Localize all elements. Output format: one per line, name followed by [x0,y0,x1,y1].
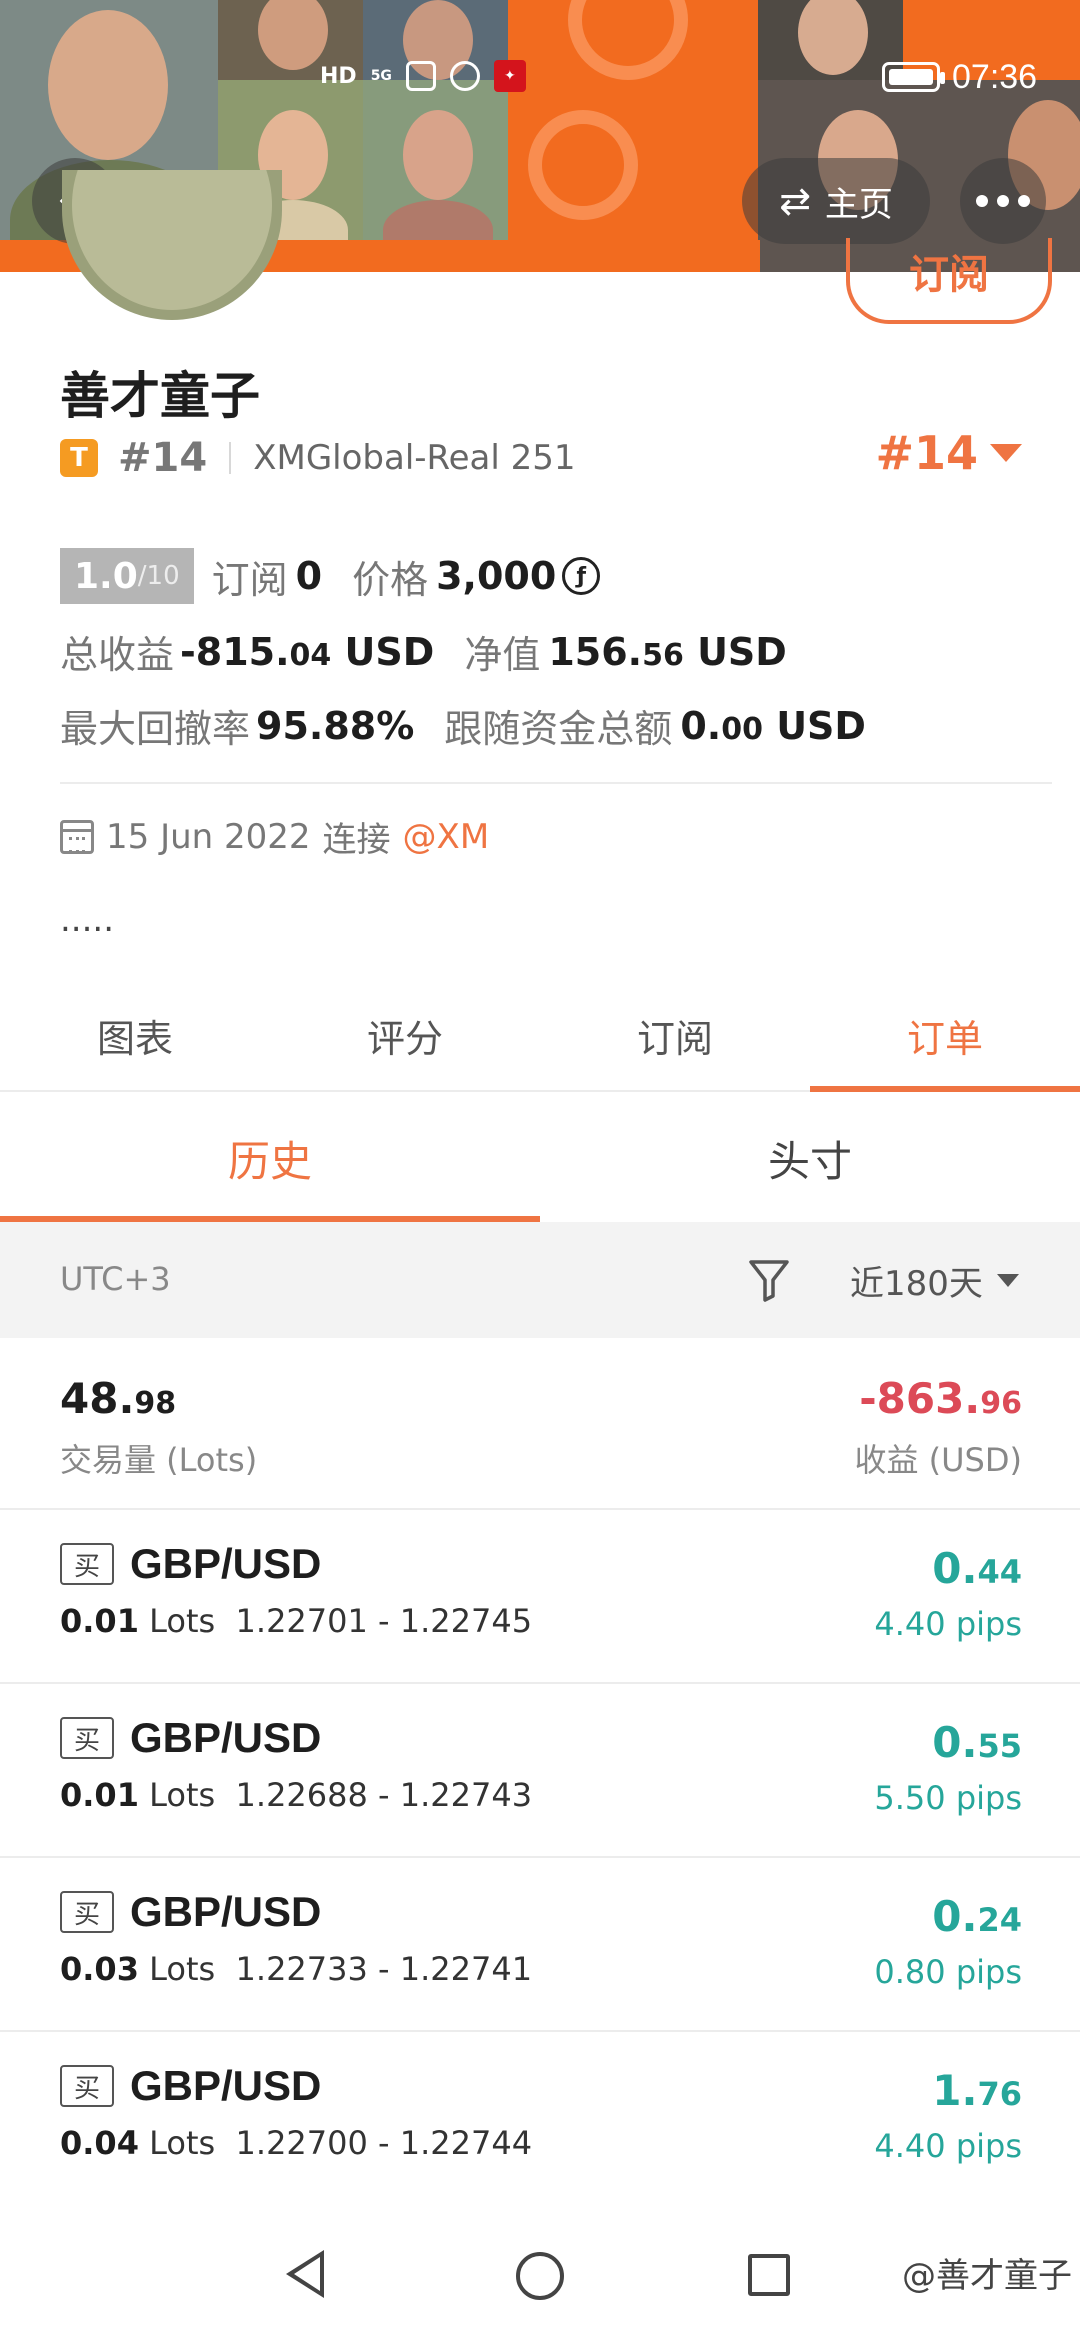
join-info: 15 Jun 2022 连接 @XM [60,812,489,861]
battery-icon [882,62,945,92]
order-row[interactable]: 买 GBP/USD 0.03 Lots 1.22733 - 1.22741 0.… [0,1858,1080,2032]
divider [60,782,1052,784]
timezone-label: UTC+3 [60,1260,171,1298]
max-drawdown-label: 最大回撤率 [60,707,251,751]
order-pips: 5.50 pips [874,1779,1022,1817]
subscribe-button[interactable]: 订阅 [846,238,1052,324]
rating-badge: 1.0/10 [60,548,194,604]
order-details: 0.01 Lots 1.22688 - 1.22743 [60,1776,533,1814]
app-notification-icon: ✦ [493,60,526,92]
status-bar: HD 5G ✦ 07:36 [0,40,1080,100]
profile-name: 善才童子 [60,367,260,425]
swap-icon: ⇄ [779,179,811,223]
price-value: 3,000 [436,554,557,598]
summary-profit-label: 收益 (USD) [854,1441,1022,1479]
more-options-button[interactable] [960,158,1046,244]
status-time: 07:36 [952,58,1038,96]
calendar-icon [60,819,94,854]
order-details: 0.04 Lots 1.22700 - 1.22744 [60,2124,533,2162]
join-text: 连接 [322,820,391,860]
order-details: 0.03 Lots 1.22733 - 1.22741 [60,1950,533,1988]
drawdown-row: 最大回撤率 95.88% 跟随资金总额 0.00 USD [60,698,866,753]
volume-label: 交易量 (Lots) [60,1441,258,1479]
filter-icon[interactable] [748,1258,790,1302]
subtab-history[interactable]: 历史 [0,1094,540,1222]
caret-down-icon [996,1274,1019,1287]
tab-orders[interactable]: 订单 [810,980,1080,1092]
subscriptions-value: 0 [295,554,323,598]
subscriptions-label: 订阅 [211,557,288,602]
system-navigation-bar: @善才童子 [0,2200,1080,2340]
order-subtabs: 历史 头寸 [0,1094,1080,1222]
watermark: @善才童子 [902,2256,1072,2296]
summary-profit-value: -863.96 [859,1374,1022,1423]
rating-row: 1.0/10 订阅 0 价格 3,000 ƒ [60,548,601,604]
profit-row: 总收益 -815.04 USD 净值 156.56 USD [60,624,787,679]
order-profit: 0.24 [932,1892,1022,1941]
signal-icon: 5G [370,68,392,84]
nav-recents-icon[interactable] [748,2254,790,2296]
total-profit-label: 总收益 [60,633,175,677]
home-button[interactable]: ⇄ 主页 [742,158,930,244]
server-name: XMGlobal-Real 251 [253,438,576,478]
cover-photo-tile [508,80,758,240]
order-profit: 0.55 [932,1718,1022,1767]
order-symbol: GBP/USD [130,1714,322,1761]
wechat-icon [449,61,480,91]
join-date: 15 Jun 2022 [106,816,311,857]
order-symbol: GBP/USD [130,1888,322,1935]
order-symbol: GBP/USD [130,2062,322,2109]
order-row[interactable]: 买 GBP/USD 0.04 Lots 1.22700 - 1.22744 1.… [0,2032,1080,2206]
profile-description: ..... [60,900,115,940]
order-profit: 0.44 [932,1544,1022,1593]
tab-chart[interactable]: 图表 [0,980,270,1090]
tier-badge: T [60,439,98,477]
equity-label: 净值 [464,633,541,677]
shield-icon [405,61,436,91]
follower-funds-label: 跟随资金总额 [444,707,673,751]
equity-value: 156.56 USD [548,629,787,674]
volume-value: 48.98 [60,1374,177,1423]
order-pips: 0.80 pips [874,1953,1022,1991]
profile-tabs: 图表 评分 订阅 订单 [0,980,1080,1092]
rank-number: #14 [118,435,208,481]
cover-photo-tile [363,80,508,240]
max-drawdown-value: 95.88% [256,703,415,748]
order-pips: 4.40 pips [874,1605,1022,1643]
rank-row: T #14 XMGlobal-Real 251 [60,430,576,486]
buy-tag: 买 [60,1891,114,1933]
period-dropdown[interactable]: 近180天 [850,1256,1019,1305]
nav-back-icon[interactable] [286,2250,324,2298]
rank-dropdown-label: #14 [875,426,978,480]
coin-icon: ƒ [562,557,601,595]
order-pips: 4.40 pips [874,2127,1022,2165]
buy-tag: 买 [60,1543,114,1585]
order-symbol: GBP/USD [130,1540,322,1587]
total-profit-value: -815.04 USD [180,629,435,674]
buy-tag: 买 [60,2065,114,2107]
orders-summary: 48.98 交易量 (Lots) -863.96 收益 (USD) [0,1338,1080,1510]
order-row[interactable]: 买 GBP/USD 0.01 Lots 1.22701 - 1.22745 0.… [0,1510,1080,1684]
buy-tag: 买 [60,1717,114,1759]
nav-home-icon[interactable] [516,2252,564,2300]
broker-link[interactable]: @XM [403,817,490,857]
order-details: 0.01 Lots 1.22701 - 1.22745 [60,1602,533,1640]
caret-down-icon [990,444,1022,462]
subtab-positions[interactable]: 头寸 [540,1094,1080,1222]
rank-dropdown[interactable]: #14 [875,426,1022,480]
divider [229,442,232,474]
tab-rating[interactable]: 评分 [270,980,540,1090]
follower-funds-value: 0.00 USD [680,703,866,748]
hd-indicator: HD [320,63,357,89]
order-row[interactable]: 买 GBP/USD 0.01 Lots 1.22688 - 1.22743 0.… [0,1684,1080,1858]
tab-subscriptions[interactable]: 订阅 [540,980,810,1090]
filter-bar: UTC+3 近180天 [0,1222,1080,1338]
avatar [62,170,282,320]
period-label: 近180天 [850,1264,983,1304]
more-dots-icon [976,195,988,207]
order-profit: 1.76 [932,2066,1022,2115]
price-label: 价格 [352,557,429,602]
home-label: 主页 [824,184,893,225]
subscribe-button-label: 订阅 [909,252,989,298]
